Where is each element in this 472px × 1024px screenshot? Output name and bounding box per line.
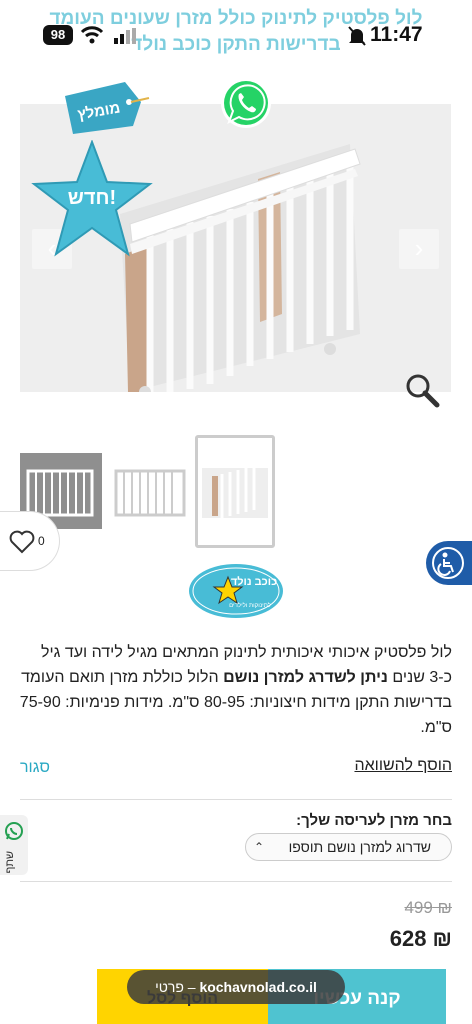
- whatsapp-icon[interactable]: [219, 76, 273, 130]
- accessibility-icon: [432, 547, 464, 579]
- compare-row: הוסף להשוואה סגור: [20, 757, 452, 779]
- add-to-compare-link[interactable]: הוסף להשוואה: [354, 757, 452, 775]
- mattress-select[interactable]: שדרוג למזרן נושם תוספו ⌃: [245, 833, 452, 861]
- share-label: שתף: [4, 851, 16, 874]
- mattress-option-label: בחר מזרן לעריסה שלך:: [296, 812, 452, 829]
- share-sidebar[interactable]: שתף: [0, 815, 28, 875]
- url-domain: kochavnolad.co.il: [199, 979, 317, 995]
- browser-url-pill[interactable]: kochavnolad.co.il – פרטי: [127, 970, 345, 1004]
- recommended-tag: מומלץ: [63, 80, 151, 136]
- product-description: לול פלסטיק איכותי איכותית לתינוק המתאים …: [18, 640, 452, 740]
- silent-mode-icon: [348, 26, 366, 46]
- close-link[interactable]: סגור: [20, 759, 50, 777]
- heart-icon: [9, 530, 35, 554]
- thumbnail-3-selected[interactable]: [195, 435, 275, 548]
- divider: [20, 799, 452, 800]
- whatsapp-share-icon: [5, 822, 23, 840]
- current-price: ₪ 628: [389, 926, 452, 951]
- brand-logo-text: כוכב נולד: [231, 575, 277, 588]
- brand-logo-subtext: לתינוקות ולילדים: [229, 601, 271, 609]
- zoom-icon[interactable]: [404, 372, 440, 408]
- mattress-select-value: שדרוג למזרן נושם תוספו: [288, 839, 431, 855]
- thumbnail-strip: [0, 435, 472, 550]
- battery-indicator: 98: [43, 25, 73, 45]
- description-highlight: ניתן לשדרג למזרן נושם: [223, 669, 388, 686]
- new-star-label: חדש!: [68, 187, 116, 209]
- clock: 11:47: [370, 23, 423, 46]
- wishlist-count: 0: [38, 534, 45, 548]
- wifi-icon: [80, 26, 104, 44]
- select-updown-icon: ⌃: [254, 840, 265, 854]
- divider: [20, 881, 452, 882]
- url-private-label: – פרטי: [155, 979, 196, 995]
- new-star-badge: חדש!: [30, 139, 154, 260]
- wishlist-button[interactable]: 0: [0, 511, 60, 571]
- old-price: ₪ 499: [404, 898, 452, 917]
- product-page: { "header": {"title_ghost": "לול פלסטיק …: [0, 0, 472, 1024]
- brand-logo: כוכב נולד לתינוקות ולילדים: [188, 563, 284, 619]
- signal-icon: [114, 28, 136, 44]
- thumbnail-2[interactable]: [110, 453, 192, 529]
- accessibility-button[interactable]: [426, 541, 472, 585]
- gallery-next-button[interactable]: ›: [399, 229, 439, 269]
- status-bar: 98 11:47: [0, 22, 472, 50]
